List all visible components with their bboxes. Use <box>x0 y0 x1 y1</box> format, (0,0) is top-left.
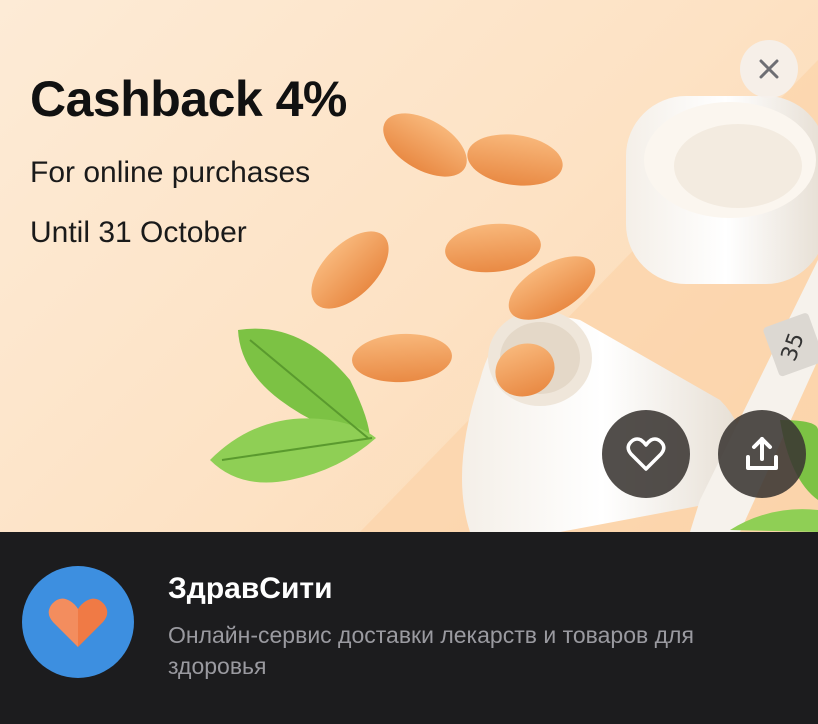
merchant-description: Онлайн-сервис доставки лекарств и товаро… <box>168 622 694 679</box>
merchant-info[interactable]: ЗдравСити Онлайн-сервис доставки лекарст… <box>0 532 818 724</box>
share-button[interactable] <box>718 410 806 498</box>
heart-logo-icon <box>48 598 108 647</box>
promo-banner: 35 Cashback 4% For online purchases Unti… <box>0 0 818 532</box>
promo-validity: Until 31 October <box>30 216 247 249</box>
share-upload-icon <box>746 437 778 470</box>
close-button[interactable] <box>740 40 798 98</box>
favorite-button[interactable] <box>602 410 690 498</box>
merchant-name: ЗдравСити <box>168 572 333 605</box>
close-icon <box>759 59 779 79</box>
promo-subtitle: For online purchases <box>30 156 311 189</box>
heart-outline-icon <box>626 437 666 471</box>
jar-cap <box>626 96 818 284</box>
merchant-logo <box>22 566 134 678</box>
promo-title: Cashback 4% <box>30 71 347 127</box>
promo-card: 35 Cashback 4% For online purchases Unti… <box>0 0 818 724</box>
